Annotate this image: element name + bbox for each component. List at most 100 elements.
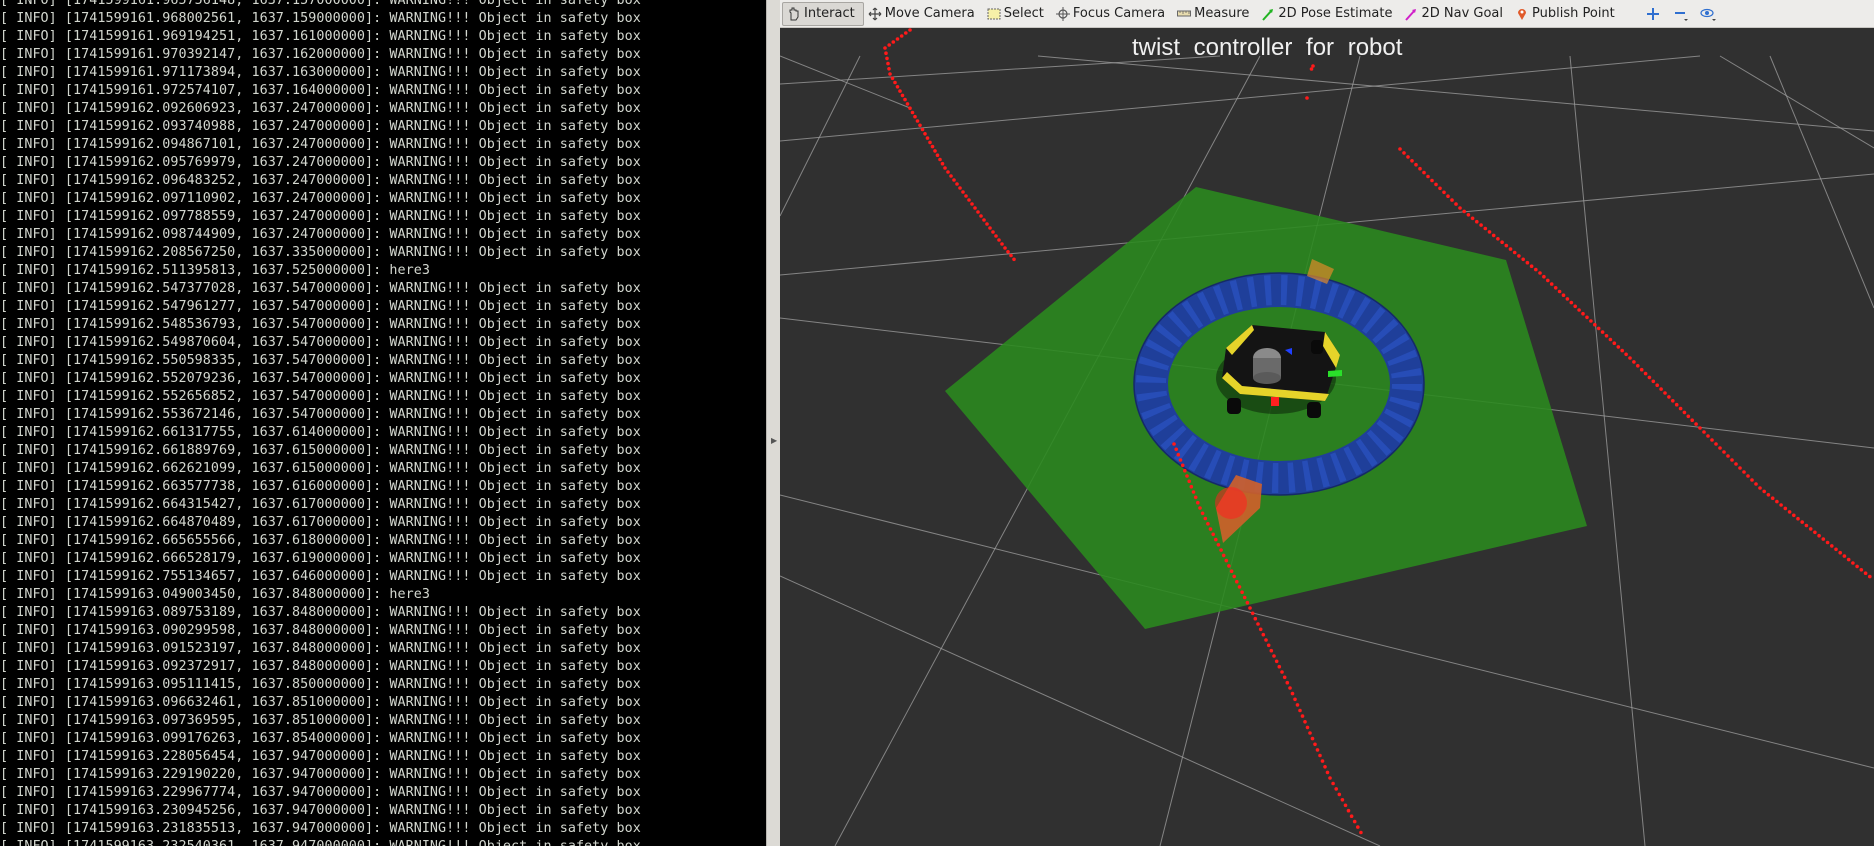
nav-goal-tool-button[interactable]: 2D Nav Goal	[1400, 2, 1511, 26]
laser-point	[991, 230, 995, 234]
laser-point	[1718, 446, 1722, 450]
publish-point-tool-button[interactable]: Publish Point	[1511, 2, 1623, 26]
laser-point	[1174, 447, 1178, 452]
laser-point	[1198, 506, 1202, 510]
laser-point	[1274, 659, 1279, 664]
laser-point	[1746, 474, 1750, 478]
laser-point	[1313, 742, 1317, 747]
laser-point	[1690, 418, 1694, 423]
remove-tool-button[interactable]	[1669, 2, 1693, 26]
laser-point	[904, 31, 908, 35]
laser-point	[1722, 450, 1726, 454]
log-line: [ INFO] [1741599162.662621099, 1637.6150…	[0, 461, 641, 476]
laser-point	[1219, 548, 1223, 552]
log-line: [ INFO] [1741599163.229967774, 1637.9470…	[0, 785, 641, 800]
log-line: [ INFO] [1741599163.096632461, 1637.8510…	[0, 695, 641, 710]
laser-point	[1224, 558, 1229, 563]
view-options-button[interactable]	[1697, 2, 1721, 26]
laser-point	[949, 174, 953, 178]
measure-tool-button[interactable]: Measure	[1173, 2, 1257, 26]
laser-point	[1698, 426, 1702, 430]
move-camera-tool-button[interactable]: Move Camera	[864, 2, 983, 26]
laser-point	[1172, 442, 1176, 446]
laser-point	[905, 102, 910, 106]
log-line: [ INFO] [1741599162.096483252, 1637.2470…	[0, 173, 641, 188]
collapse-arrow-icon[interactable]: ▶	[771, 436, 777, 445]
laser-point	[1825, 540, 1830, 545]
laser-point	[1012, 257, 1016, 262]
add-tool-button[interactable]	[1641, 2, 1665, 26]
laser-point	[900, 93, 905, 98]
laser-point	[1628, 356, 1632, 360]
grid-line	[780, 55, 911, 109]
select-label: Select	[1003, 6, 1044, 21]
laser-point	[1651, 379, 1656, 384]
laser-point	[895, 85, 900, 89]
log-line: [ INFO] [1741599162.097110902, 1637.2470…	[0, 191, 641, 206]
laser-point	[1187, 479, 1191, 484]
laser-point	[1557, 289, 1562, 294]
laser-point	[1185, 474, 1189, 478]
laser-point	[1846, 557, 1851, 562]
laser-point	[1340, 798, 1345, 802]
laser-point	[1483, 226, 1488, 231]
laser-point	[1487, 230, 1492, 234]
laser-point	[1193, 495, 1198, 500]
laser-point	[1659, 387, 1663, 391]
laser-point	[1462, 209, 1466, 214]
laser-point	[1792, 513, 1796, 518]
laser-point	[1868, 574, 1872, 579]
grid-line	[1569, 55, 1646, 846]
laser-point	[1754, 482, 1758, 486]
laser-point	[1813, 530, 1817, 535]
laser-point	[1282, 675, 1287, 680]
laser-point	[1553, 286, 1558, 290]
laser-point	[1325, 770, 1330, 775]
laser-point	[918, 123, 922, 128]
laser-point	[1604, 334, 1609, 338]
laser-point	[1290, 691, 1295, 696]
pose-estimate-tool-button[interactable]: 2D Pose Estimate	[1257, 2, 1400, 26]
laser-point	[1285, 680, 1290, 685]
laser-point	[1569, 300, 1574, 305]
laser-point	[970, 202, 974, 206]
log-line: [ INFO] [1741599162.552656852, 1637.5470…	[0, 389, 641, 404]
laser-point	[1414, 162, 1418, 167]
laser-point	[1585, 315, 1589, 320]
log-line: [ INFO] [1741599162.663577738, 1637.6160…	[0, 479, 641, 494]
laser-point	[1352, 819, 1357, 824]
laser-point	[1211, 532, 1215, 537]
laser-point	[1206, 522, 1210, 526]
laser-point	[1426, 174, 1430, 179]
focus-camera-tool-button[interactable]: Focus Camera	[1052, 2, 1173, 26]
grid-line	[1037, 55, 1874, 132]
laser-point	[1636, 364, 1640, 368]
laser-point	[994, 234, 998, 238]
laser-point	[1589, 319, 1593, 323]
laser-point	[1734, 462, 1738, 466]
laser-point	[1305, 725, 1310, 730]
laser-point	[1674, 402, 1679, 407]
grid-line	[1719, 55, 1874, 149]
log-line: [ INFO] [1741599161.970392147, 1637.1620…	[0, 47, 641, 62]
laser-point	[955, 182, 959, 186]
focus-camera-label: Focus Camera	[1072, 6, 1166, 21]
grid-line	[780, 55, 861, 217]
select-tool-button[interactable]: Select	[983, 2, 1052, 26]
laser-point	[1525, 260, 1530, 265]
terminal-window[interactable]: [ INFO] [1741599161.965756148, 1637.1570…	[0, 0, 766, 846]
laser-point	[1508, 247, 1513, 251]
select-box-icon	[987, 7, 1001, 21]
move-camera-label: Move Camera	[884, 6, 975, 21]
panel-splitter[interactable]: ▶	[766, 0, 780, 846]
laser-point	[1624, 352, 1628, 357]
log-line: [ INFO] [1741599162.552079236, 1637.5470…	[0, 371, 641, 386]
laser-point	[1434, 182, 1438, 187]
laser-point	[1479, 223, 1483, 227]
map-pin-icon	[1515, 7, 1529, 21]
interact-tool-button[interactable]: Interact	[782, 1, 864, 26]
laser-point	[985, 222, 989, 226]
laser-point	[961, 190, 965, 194]
3d-viewport[interactable]: twist controller for robot	[780, 28, 1874, 846]
laser-point	[1229, 569, 1234, 573]
